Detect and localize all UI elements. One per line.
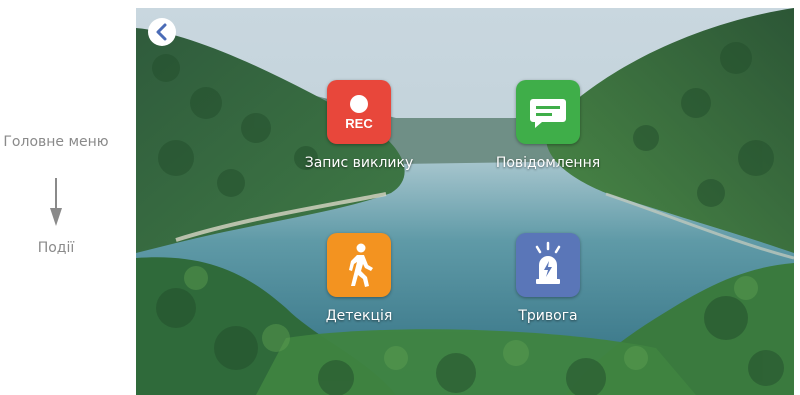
landscape-background: [136, 8, 794, 395]
messages-tile[interactable]: Повідомлення: [473, 80, 623, 172]
walking-person-icon: [327, 233, 391, 297]
chevron-left-icon: [156, 23, 167, 41]
rec-icon: REC: [327, 80, 391, 144]
main-menu-label: Головне меню: [3, 134, 109, 150]
message-icon: [516, 80, 580, 144]
back-button[interactable]: [148, 18, 176, 46]
messages-label: Повідомлення: [495, 155, 601, 171]
rec-icon-text: REC: [345, 116, 373, 131]
alarm-label: Тривога: [518, 308, 578, 324]
detection-label: Детекція: [325, 308, 393, 324]
arrow-down-icon: [50, 178, 62, 226]
call-recording-label: Запис виклику: [304, 155, 414, 171]
annotation-panel: Головне меню Події: [0, 0, 136, 395]
siren-icon: [516, 233, 580, 297]
call-recording-tile[interactable]: REC Запис виклику: [284, 80, 434, 172]
detection-tile[interactable]: Детекція: [284, 233, 434, 325]
alarm-tile[interactable]: Тривога: [473, 233, 623, 325]
device-screen: REC Запис виклику Повідомлення Детекція: [136, 8, 794, 395]
events-label: Події: [37, 240, 75, 256]
